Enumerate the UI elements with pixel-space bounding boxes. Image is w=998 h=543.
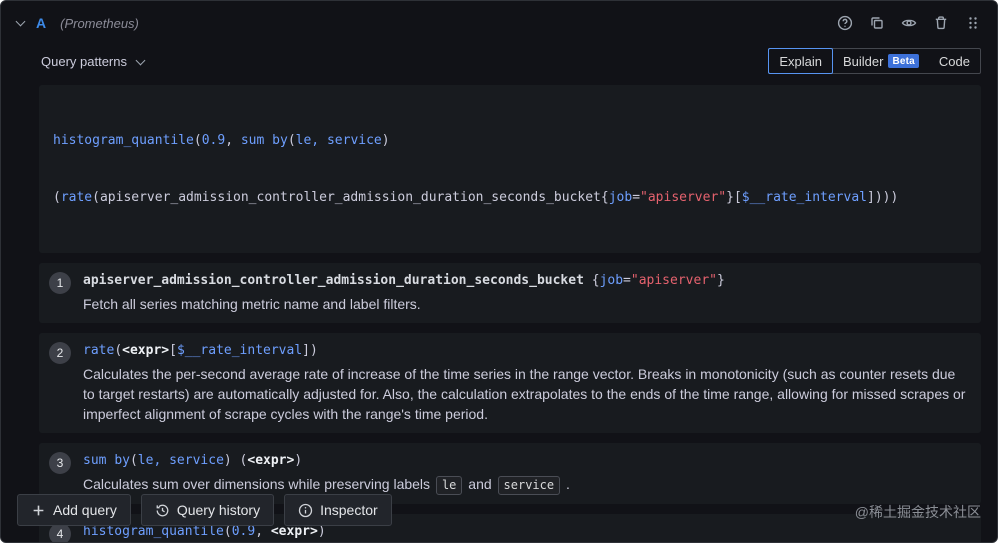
- inspector-button[interactable]: Inspector: [284, 494, 392, 526]
- query-preview-line: histogram_quantile(0.9, sum by(le, servi…: [53, 131, 967, 150]
- step-description: Fetch all series matching metric name an…: [83, 294, 967, 314]
- step-code: sum by(le, service) (<expr>): [83, 451, 967, 470]
- query-toolbar: Query patterns Explain Builder Beta Code: [1, 45, 997, 77]
- step-code: rate(<expr>[$__rate_interval]): [83, 341, 967, 360]
- explain-toggle[interactable]: Explain: [768, 48, 833, 74]
- query-history-label: Query history: [177, 502, 260, 518]
- plus-icon: [31, 503, 46, 518]
- info-icon: [298, 503, 313, 518]
- step-number-badge: 4: [49, 523, 71, 543]
- trash-icon[interactable]: [933, 15, 949, 31]
- explain-step: 1 apiserver_admission_controller_admissi…: [39, 263, 981, 323]
- builder-mode-tab[interactable]: Builder Beta: [833, 49, 929, 73]
- add-query-label: Add query: [53, 502, 117, 518]
- help-icon[interactable]: [837, 15, 853, 31]
- inline-code-chip: le: [436, 476, 462, 495]
- step-code: apiserver_admission_controller_admission…: [83, 271, 967, 290]
- query-header: A (Prometheus): [1, 1, 997, 45]
- query-preview: histogram_quantile(0.9, sum by(le, servi…: [39, 85, 981, 253]
- eye-icon[interactable]: [901, 15, 917, 31]
- collapse-chevron-icon[interactable]: [16, 16, 26, 26]
- chevron-down-icon: [136, 55, 146, 65]
- builder-mode-label: Builder: [843, 54, 883, 69]
- step-number-badge: 3: [49, 452, 71, 474]
- inline-code-chip: service: [498, 476, 561, 495]
- add-query-button[interactable]: Add query: [17, 494, 131, 526]
- watermark: @稀土掘金技术社区: [855, 502, 981, 522]
- beta-badge: Beta: [888, 54, 918, 68]
- explain-step: 2 rate(<expr>[$__rate_interval]) Calcula…: [39, 333, 981, 433]
- drag-handle-icon[interactable]: [965, 15, 981, 31]
- copy-icon[interactable]: [869, 15, 885, 31]
- query-preview-line: (rate(apiserver_admission_controller_adm…: [53, 188, 967, 207]
- datasource-label: (Prometheus): [60, 16, 139, 31]
- query-ref-id[interactable]: A: [36, 15, 46, 31]
- query-editor-panel: A (Prometheus): [0, 0, 998, 543]
- step-description: Calculates sum over dimensions while pre…: [83, 474, 967, 495]
- header-actions: [837, 15, 981, 31]
- step-number-badge: 1: [49, 272, 71, 294]
- inspector-label: Inspector: [320, 502, 378, 518]
- editor-footer: Add query Query history Inspector: [17, 494, 392, 526]
- query-patterns-label: Query patterns: [41, 54, 127, 69]
- query-patterns-button[interactable]: Query patterns: [41, 54, 144, 69]
- step-number-badge: 2: [49, 342, 71, 364]
- history-icon: [155, 503, 170, 518]
- code-mode-tab[interactable]: Code: [929, 49, 980, 73]
- step-description: Calculates the per-second average rate o…: [83, 364, 967, 424]
- query-history-button[interactable]: Query history: [141, 494, 274, 526]
- editor-mode-group: Explain Builder Beta Code: [768, 48, 981, 74]
